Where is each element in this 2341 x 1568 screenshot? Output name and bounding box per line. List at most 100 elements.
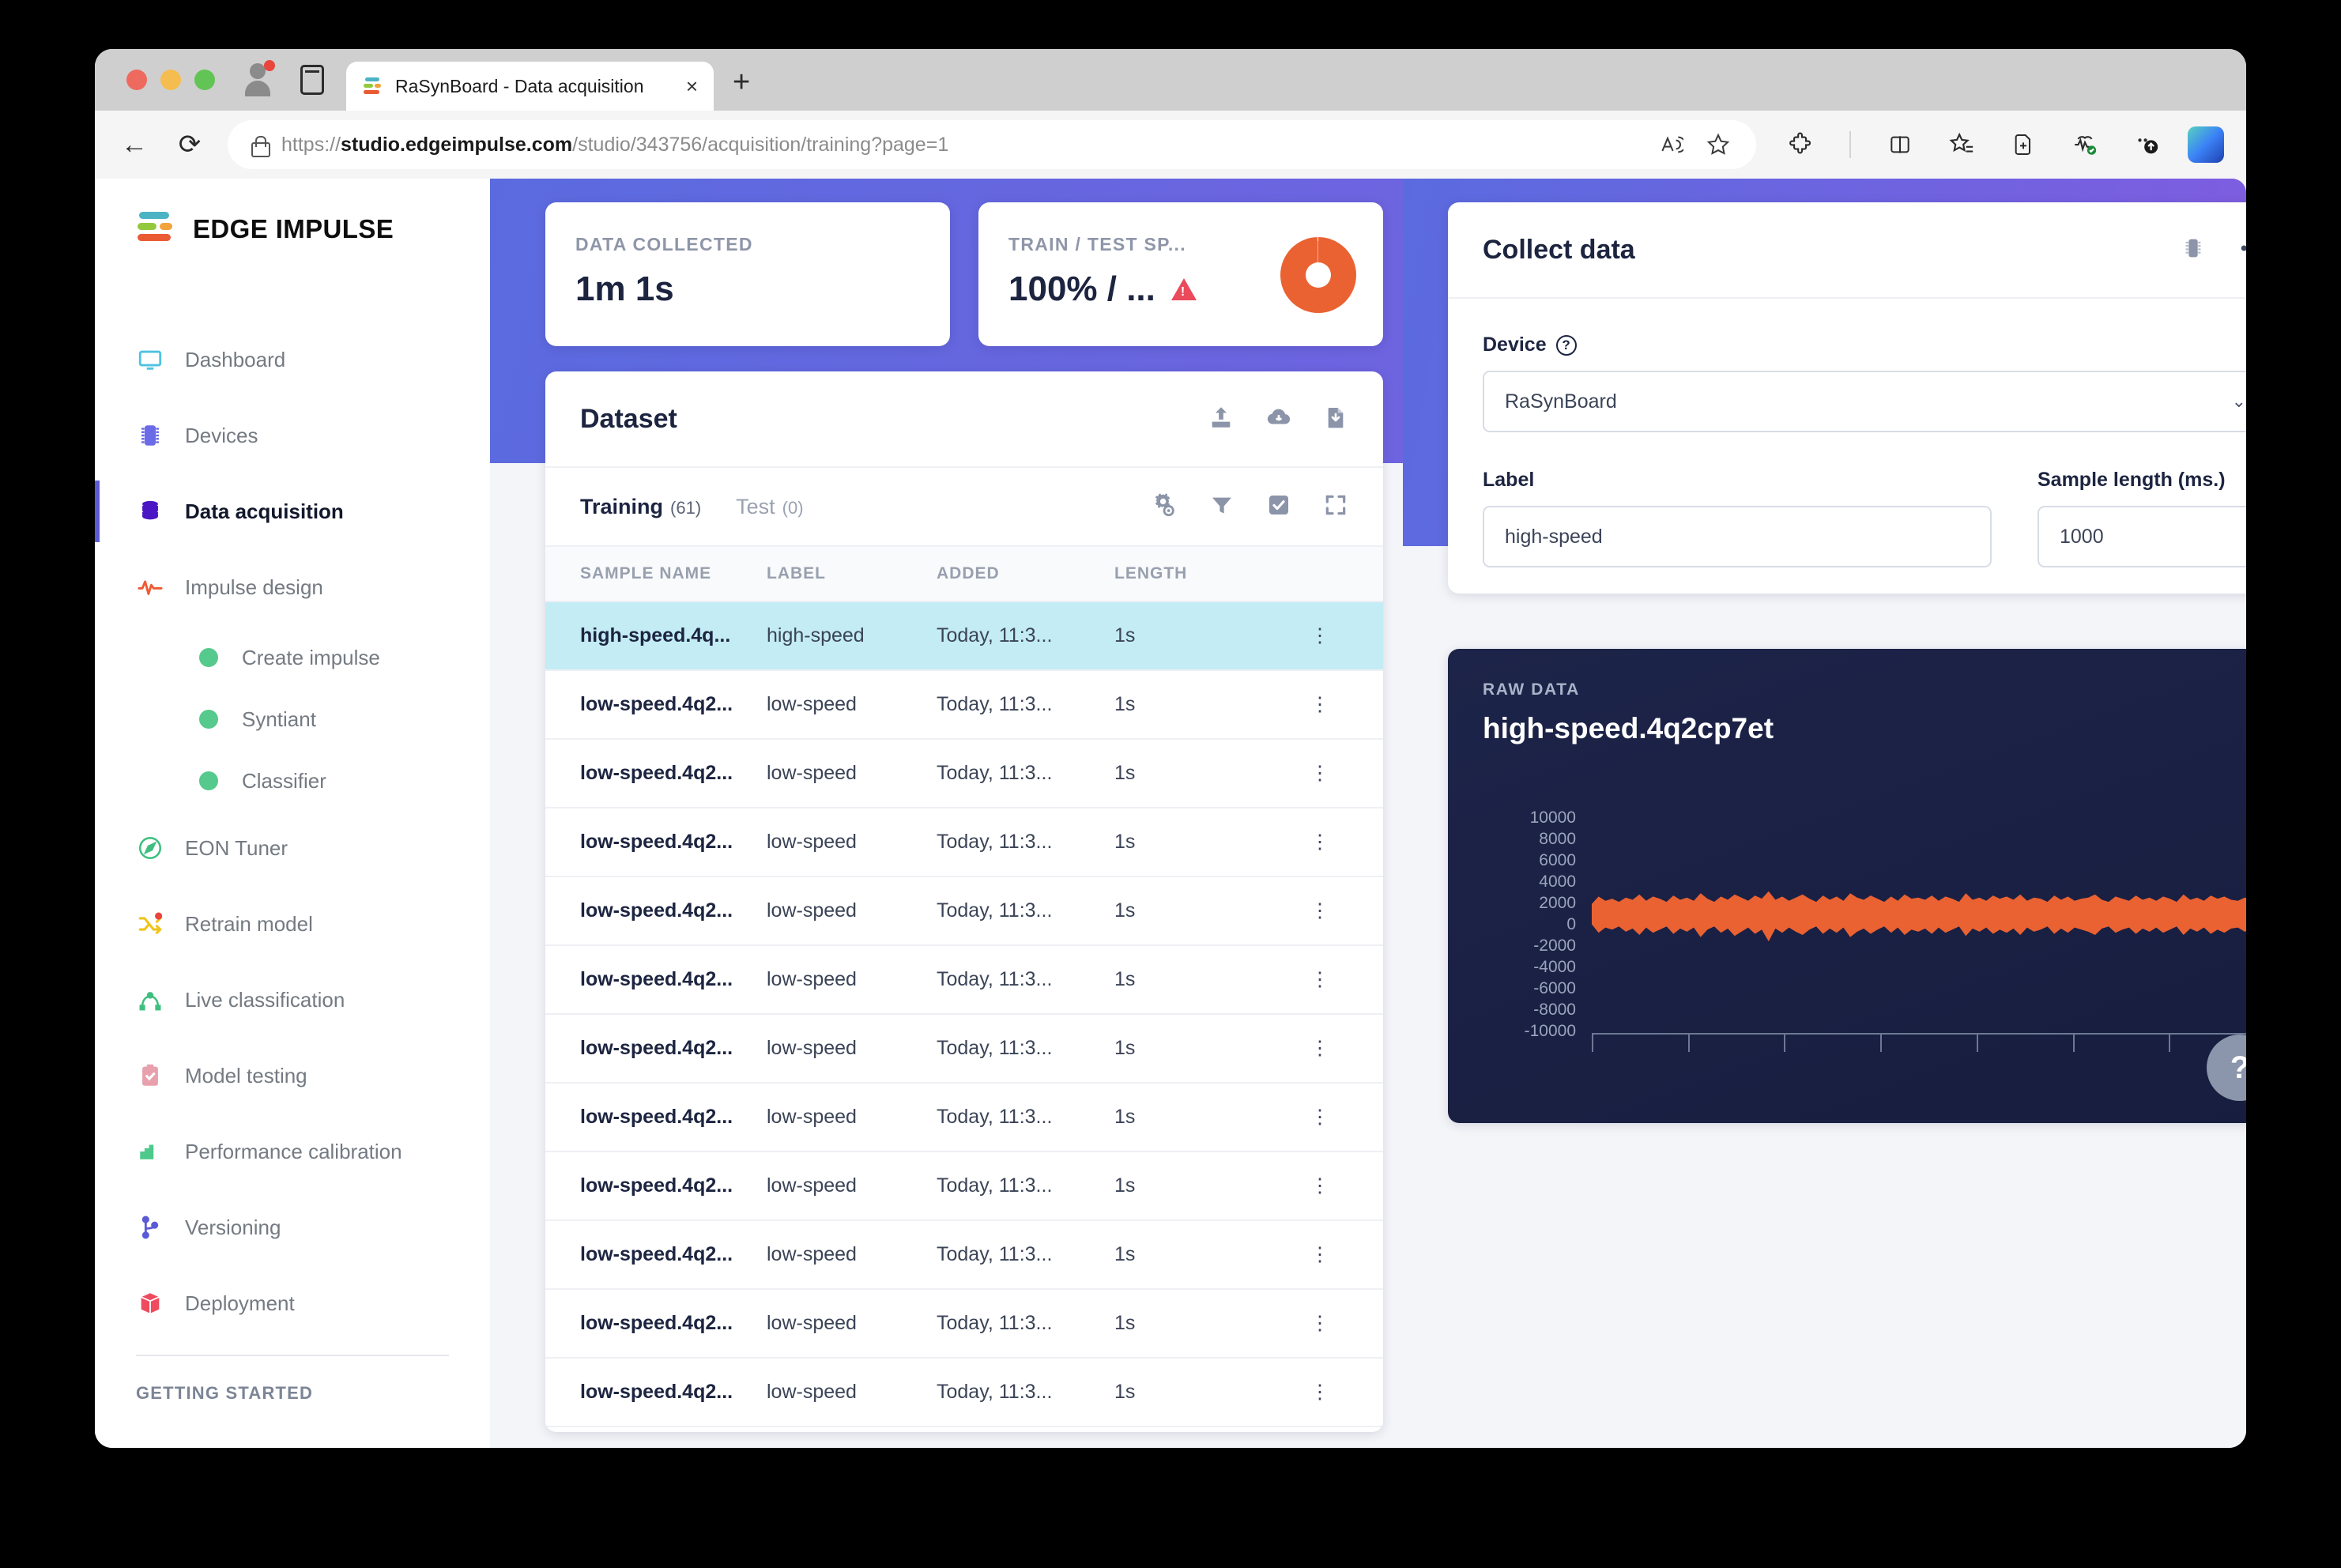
- cell-length: 1s: [1114, 1220, 1257, 1290]
- sidebar-item-deployment[interactable]: Deployment: [95, 1279, 490, 1328]
- table-row[interactable]: low-speed.4q2... low-speed Today, 11:3... 1…: [545, 1083, 1383, 1152]
- device-select[interactable]: RaSynBoard ⌄: [1483, 371, 2246, 432]
- new-tab-button[interactable]: +: [733, 66, 750, 111]
- sidebar-item-performance-calibration[interactable]: Performance calibration: [95, 1127, 490, 1176]
- row-menu-icon[interactable]: ⋮: [1257, 670, 1383, 740]
- clipboard-check-icon: [136, 1061, 164, 1090]
- table-row[interactable]: low-speed.4q2... low-speed Today, 11:3... 1…: [545, 945, 1383, 1015]
- row-menu-icon[interactable]: ⋮: [1257, 601, 1383, 671]
- row-menu-icon[interactable]: ⋮: [1257, 1014, 1383, 1084]
- cell-added: Today, 11:3...: [937, 1083, 1114, 1152]
- label-input[interactable]: high-speed: [1483, 506, 1992, 567]
- minimize-window-button[interactable]: [160, 70, 181, 90]
- sidebar-item-classifier[interactable]: Classifier: [95, 762, 490, 800]
- tab-test[interactable]: Test (0): [736, 495, 803, 519]
- table-row[interactable]: low-speed.4q2... low-speed Today, 11:3... 1…: [545, 739, 1383, 808]
- sample-length-input[interactable]: 1000: [2038, 506, 2246, 567]
- vertical-tabs-button[interactable]: [300, 65, 324, 111]
- tab-training[interactable]: Training (61): [580, 495, 701, 519]
- sidebar-subitem-label: Syntiant: [242, 707, 316, 731]
- collect-data-header: Collect data: [1448, 202, 2246, 299]
- cell-length: 1s: [1114, 601, 1257, 671]
- brand-name: EDGE IMPULSE: [193, 214, 394, 243]
- table-row[interactable]: low-speed.4q2... low-speed Today, 11:3... 1…: [545, 1358, 1383, 1427]
- favorite-star-icon[interactable]: [1698, 124, 1739, 165]
- file-download-icon[interactable]: [1323, 404, 1348, 435]
- table-row[interactable]: low-speed.4q2... low-speed Today, 11:3... 1…: [545, 1289, 1383, 1359]
- settings-eye-icon[interactable]: [1151, 492, 1178, 522]
- device-select-value: RaSynBoard: [1505, 390, 1617, 413]
- sidebar-item-retrain-model[interactable]: Retrain model: [95, 899, 490, 948]
- upload-icon[interactable]: [1208, 404, 1235, 435]
- sidebar-nav: Dashboard Devices Data acquisition Impul…: [95, 335, 490, 1404]
- row-menu-icon[interactable]: ⋮: [1257, 1289, 1383, 1359]
- read-aloud-icon[interactable]: [1650, 124, 1691, 165]
- browser-tab[interactable]: RaSynBoard - Data acquisition ×: [346, 62, 714, 111]
- url-input[interactable]: https://studio.edgeimpulse.com/studio/34…: [228, 120, 1756, 169]
- browser-address-bar: ← ⟳ https://studio.edgeimpulse.com/studi…: [95, 111, 2246, 179]
- sidebar-item-create-impulse[interactable]: Create impulse: [95, 639, 490, 677]
- close-tab-icon[interactable]: ×: [686, 76, 698, 96]
- expand-icon[interactable]: [1323, 492, 1348, 522]
- sidebar-item-versioning[interactable]: Versioning: [95, 1203, 490, 1252]
- row-menu-icon[interactable]: ⋮: [1257, 1083, 1383, 1152]
- edge-impulse-app: EDGE IMPULSE Dashboard Devices Data acqu…: [95, 179, 2246, 1448]
- filter-icon[interactable]: [1209, 492, 1235, 522]
- table-row[interactable]: low-speed.4q2... low-speed Today, 11:3... 1…: [545, 670, 1383, 740]
- sidebar-item-syntiant[interactable]: Syntiant: [95, 700, 490, 738]
- table-row[interactable]: low-speed.4q2... low-speed Today, 11:3... 1…: [545, 808, 1383, 877]
- help-circle-icon[interactable]: ?: [1555, 334, 1577, 356]
- cloud-upload-icon[interactable]: [1265, 404, 1293, 435]
- split-screen-icon[interactable]: [1879, 124, 1921, 165]
- reload-button[interactable]: ⟳: [172, 129, 207, 160]
- maximize-window-button[interactable]: [194, 70, 215, 90]
- back-button[interactable]: ←: [117, 130, 152, 160]
- collections-icon[interactable]: [1941, 124, 1982, 165]
- sidebar-item-live-classification[interactable]: Live classification: [95, 975, 490, 1024]
- cell-label: low-speed: [767, 739, 937, 808]
- cell-sample-name: low-speed.4q2...: [545, 1014, 767, 1084]
- table-row[interactable]: low-speed.4q2... low-speed Today, 11:3... 1…: [545, 1152, 1383, 1221]
- sidebar-item-label: Deployment: [185, 1291, 295, 1315]
- label-field-label: Label: [1483, 469, 1535, 491]
- sidebar-item-model-testing[interactable]: Model testing: [95, 1051, 490, 1100]
- sidebar-item-eon-tuner[interactable]: EON Tuner: [95, 824, 490, 873]
- sidebar-item-devices[interactable]: Devices: [95, 411, 490, 460]
- extensions-icon[interactable]: [1780, 124, 1821, 165]
- y-axis-tick: 6000: [1539, 851, 1576, 869]
- usb-icon[interactable]: [2240, 235, 2246, 266]
- close-window-button[interactable]: [126, 70, 147, 90]
- cell-length: 1s: [1114, 670, 1257, 740]
- column-header-sample-name: SAMPLE NAME: [545, 547, 767, 602]
- row-menu-icon[interactable]: ⋮: [1257, 876, 1383, 946]
- cell-sample-name: low-speed.4q2...: [545, 1083, 767, 1152]
- settings-more-icon[interactable]: [2126, 124, 2167, 165]
- row-menu-icon[interactable]: ⋮: [1257, 945, 1383, 1015]
- stat-card-data-collected: DATA COLLECTED 1m 1s: [545, 202, 950, 346]
- cell-label: low-speed: [767, 876, 937, 946]
- table-row[interactable]: low-speed.4q2... low-speed Today, 11:3... 1…: [545, 1014, 1383, 1084]
- row-menu-icon[interactable]: ⋮: [1257, 1152, 1383, 1221]
- row-menu-icon[interactable]: ⋮: [1257, 1358, 1383, 1427]
- row-menu-icon[interactable]: ⋮: [1257, 808, 1383, 877]
- add-to-collections-icon[interactable]: [2003, 124, 2044, 165]
- profile-avatar-button[interactable]: [242, 60, 275, 111]
- column-header-length: LENGTH: [1114, 547, 1257, 602]
- sidebar-item-impulse-design[interactable]: Impulse design: [95, 563, 490, 612]
- chip-icon[interactable]: [2180, 235, 2207, 266]
- select-all-checkbox-icon[interactable]: [1266, 492, 1291, 522]
- table-row[interactable]: high-speed.4q... high-speed Today, 11:3...…: [545, 601, 1383, 671]
- copilot-icon[interactable]: [2188, 126, 2224, 163]
- browser-essentials-icon[interactable]: [2064, 124, 2105, 165]
- y-axis-tick: -8000: [1533, 1001, 1576, 1019]
- cell-label: low-speed: [767, 1358, 937, 1427]
- sidebar-item-data-acquisition[interactable]: Data acquisition: [95, 481, 490, 542]
- table-row[interactable]: low-speed.4q2... low-speed Today, 11:3... 1…: [545, 1220, 1383, 1290]
- sidebar-item-dashboard[interactable]: Dashboard: [95, 335, 490, 384]
- monitor-icon: [136, 345, 164, 374]
- row-menu-icon[interactable]: ⋮: [1257, 739, 1383, 808]
- table-row[interactable]: low-speed.4q2... low-speed Today, 11:3... 1…: [545, 876, 1383, 946]
- row-menu-icon[interactable]: ⋮: [1257, 1220, 1383, 1290]
- brand-logo[interactable]: EDGE IMPULSE: [95, 210, 490, 248]
- sidebar-subitem-label: Create impulse: [242, 645, 380, 669]
